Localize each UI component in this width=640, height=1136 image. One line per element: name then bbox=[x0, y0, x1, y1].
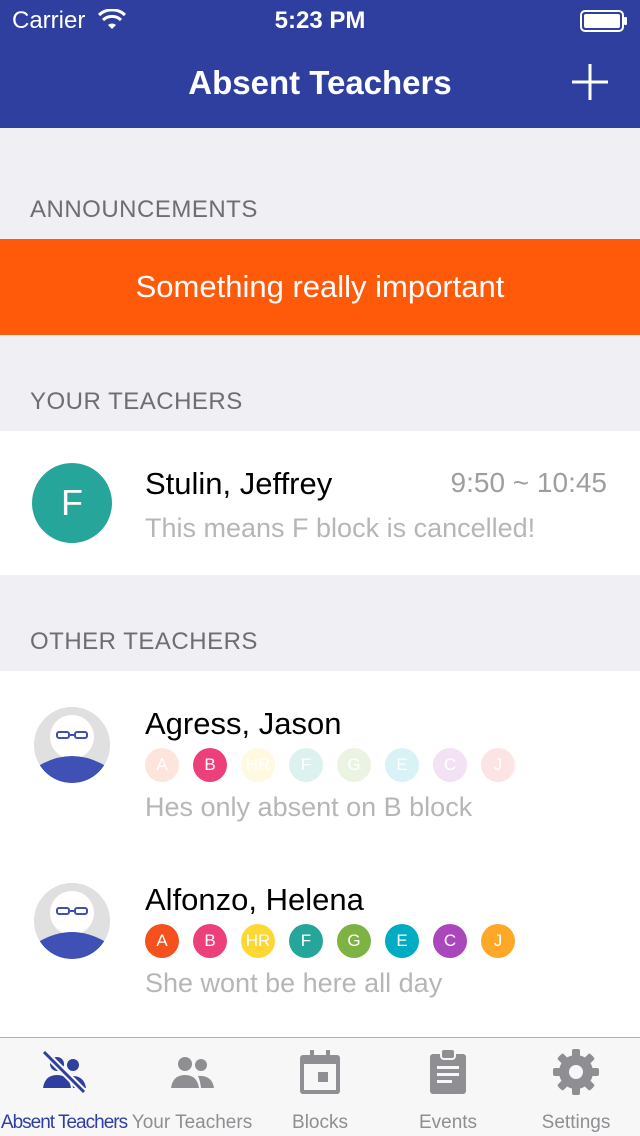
gear-icon bbox=[553, 1049, 599, 1095]
tab-absent-teachers[interactable]: Absent Teachers bbox=[0, 1038, 128, 1136]
block-chip-hr: HR bbox=[241, 924, 275, 958]
tab-label: Your Teachers bbox=[131, 1112, 253, 1133]
block-chip-f: F bbox=[289, 748, 323, 782]
other-teachers-list: Agress, Jason A B HR F G E C J Hes only absent … bbox=[0, 671, 640, 1037]
block-chip-b: B bbox=[193, 748, 227, 782]
people-icon bbox=[171, 1057, 214, 1088]
absent-teachers-icon bbox=[41, 1049, 87, 1095]
teacher-note: Hes only absent on B block bbox=[145, 792, 473, 822]
tab-settings[interactable]: Settings bbox=[512, 1038, 640, 1136]
tab-label: Blocks bbox=[292, 1112, 348, 1133]
block-chip-hr: HR bbox=[241, 748, 275, 782]
tab-events[interactable]: Events bbox=[384, 1038, 512, 1136]
block-avatar: F bbox=[32, 463, 112, 543]
clipboard-icon bbox=[430, 1048, 466, 1094]
battery-icon bbox=[580, 10, 627, 32]
page-title: Absent Teachers bbox=[188, 64, 452, 101]
tab-your-teachers[interactable]: Your Teachers bbox=[128, 1038, 256, 1136]
your-teachers-header: YOUR TEACHERS bbox=[30, 388, 243, 415]
avatar bbox=[34, 883, 110, 959]
tab-blocks[interactable]: Blocks bbox=[256, 1038, 384, 1136]
other-teachers-header: OTHER TEACHERS bbox=[30, 628, 258, 655]
block-chip-f: F bbox=[289, 924, 323, 958]
block-chip-g: G bbox=[337, 924, 371, 958]
tab-label: Events bbox=[418, 1112, 478, 1133]
your-teacher-row[interactable]: F Stulin, Jeffrey 9:50 ~ 10:45 This mean… bbox=[0, 431, 640, 575]
teacher-name: Alfonzo, Helena bbox=[145, 882, 364, 917]
block-chip-j: J bbox=[481, 748, 515, 782]
block-chip-e: E bbox=[385, 924, 419, 958]
list-item[interactable]: Alfonzo, Helena A B HR F G E C J She wont be he… bbox=[0, 847, 640, 1023]
block-chip-b: B bbox=[193, 924, 227, 958]
teacher-note: This means F block is cancelled! bbox=[145, 513, 536, 543]
calendar-icon bbox=[300, 1050, 340, 1094]
tab-bar: Absent Teachers Your Teachers Blocks Eve… bbox=[0, 1037, 640, 1136]
list-item[interactable]: Agress, Jason A B HR F G E C J Hes only absent … bbox=[0, 671, 640, 847]
teacher-name: Agress, Jason bbox=[145, 706, 342, 741]
block-chip-a: A bbox=[145, 924, 179, 958]
block-chip-g: G bbox=[337, 748, 371, 782]
announcements-header: ANNOUNCEMENTS bbox=[30, 196, 258, 223]
block-chip-c: C bbox=[433, 924, 467, 958]
teacher-name: Stulin, Jeffrey bbox=[145, 466, 333, 501]
block-chip-a: A bbox=[145, 748, 179, 782]
tab-label: Absent Teachers bbox=[0, 1112, 128, 1133]
block-time: 9:50 ~ 10:45 bbox=[450, 467, 607, 498]
nav-bar: Absent Teachers bbox=[0, 40, 640, 128]
add-icon[interactable] bbox=[568, 60, 612, 104]
teacher-note: She wont be here all day bbox=[145, 968, 443, 998]
block-chip-c: C bbox=[433, 748, 467, 782]
block-chip-e: E bbox=[385, 748, 419, 782]
avatar bbox=[34, 707, 110, 783]
status-time: 5:23 PM bbox=[274, 7, 366, 34]
status-bar: Carrier 5:23 PM bbox=[0, 0, 640, 40]
tab-label: Settings bbox=[541, 1112, 611, 1133]
block-chip-j: J bbox=[481, 924, 515, 958]
announcement-banner[interactable]: Something really important bbox=[0, 239, 640, 335]
